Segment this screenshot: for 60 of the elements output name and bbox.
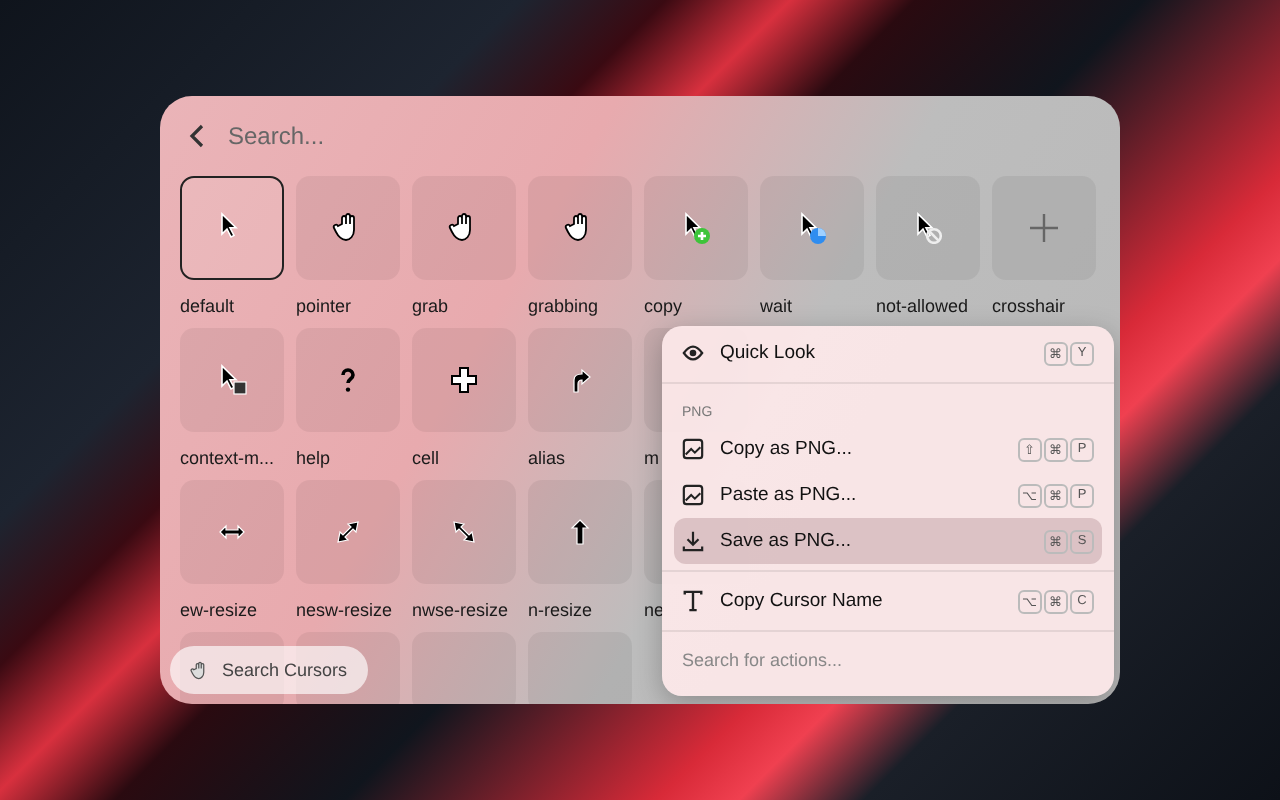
image-icon: [682, 484, 704, 506]
image-icon: [682, 438, 704, 460]
cursor-label: m: [644, 448, 659, 468]
menu-item-label: Copy Cursor Name: [720, 590, 883, 612]
cursor-label: help: [296, 448, 331, 468]
crosshair-icon: [1028, 212, 1060, 244]
action-search-field[interactable]: Search for actions...: [674, 638, 1090, 682]
cursor-label: ew-resize: [180, 600, 258, 620]
cursor-label: wait: [760, 296, 793, 316]
cursor-tile[interactable]: [528, 632, 632, 704]
menu-item-label: Quick Look: [720, 342, 816, 364]
cursor-label: pointer: [296, 296, 352, 316]
cursor-tile[interactable]: [528, 480, 632, 584]
search-field[interactable]: Search...: [224, 120, 542, 152]
menu-item-label: Copy as PNG...: [720, 438, 852, 460]
cursor-label: nwse-resize: [412, 600, 509, 620]
cursor-label: grabbing: [528, 296, 599, 316]
arrow-menu-icon: [216, 364, 248, 396]
cursor-tile[interactable]: [412, 176, 516, 280]
menu-item-label: Save as PNG...: [720, 530, 851, 552]
cursor-tile[interactable]: [296, 480, 400, 584]
cursor-tile[interactable]: [180, 480, 284, 584]
menu-item-label: Paste as PNG...: [720, 484, 857, 506]
back-icon[interactable]: [188, 124, 208, 148]
diagonal-arrows-icon: [332, 516, 364, 548]
cursor-tile[interactable]: [992, 176, 1096, 280]
text-icon: [682, 590, 704, 612]
cursor-tile[interactable]: [412, 632, 516, 704]
cursor-tile[interactable]: [528, 328, 632, 432]
eye-icon: [682, 342, 704, 364]
cursor-tile[interactable]: [876, 176, 980, 280]
plus-icon: [448, 364, 480, 396]
cursor-label: not-allowed: [876, 296, 969, 316]
cursor-tile[interactable]: [296, 328, 400, 432]
download-icon: [682, 530, 704, 552]
cursor-label: grab: [412, 296, 449, 316]
arrow-spinner-icon: [796, 212, 828, 244]
cursor-label: alias: [528, 448, 566, 468]
cursor-label: context-m...: [180, 448, 275, 468]
cursor-tile[interactable]: [412, 328, 516, 432]
cursor-tile[interactable]: [180, 632, 284, 704]
cursor-label: cell: [412, 448, 440, 468]
cursor-tile[interactable]: [180, 328, 284, 432]
diagonal-arrows-icon: [448, 516, 480, 548]
cursor-tile[interactable]: [644, 176, 748, 280]
cursor-label: default: [180, 296, 235, 316]
cursor-tile[interactable]: [760, 176, 864, 280]
search-cursors-button[interactable]: Search Cursors: [170, 646, 368, 694]
cursor-label: nesw-resize: [296, 600, 393, 620]
cursor-tile[interactable]: [180, 176, 284, 280]
hand-cursor-icon: [190, 659, 210, 681]
arrow-prohibited-icon: [912, 212, 944, 244]
cursor-tile[interactable]: [296, 176, 400, 280]
cursor-tile[interactable]: [528, 176, 632, 280]
cursor-label: n-resize: [528, 600, 593, 620]
cursor-tile[interactable]: [412, 480, 516, 584]
cursor-label: crosshair: [992, 296, 1066, 316]
arrow-plus-icon: [680, 212, 712, 244]
cursor-label: ne: [644, 600, 665, 620]
cursor-label: copy: [644, 296, 683, 316]
